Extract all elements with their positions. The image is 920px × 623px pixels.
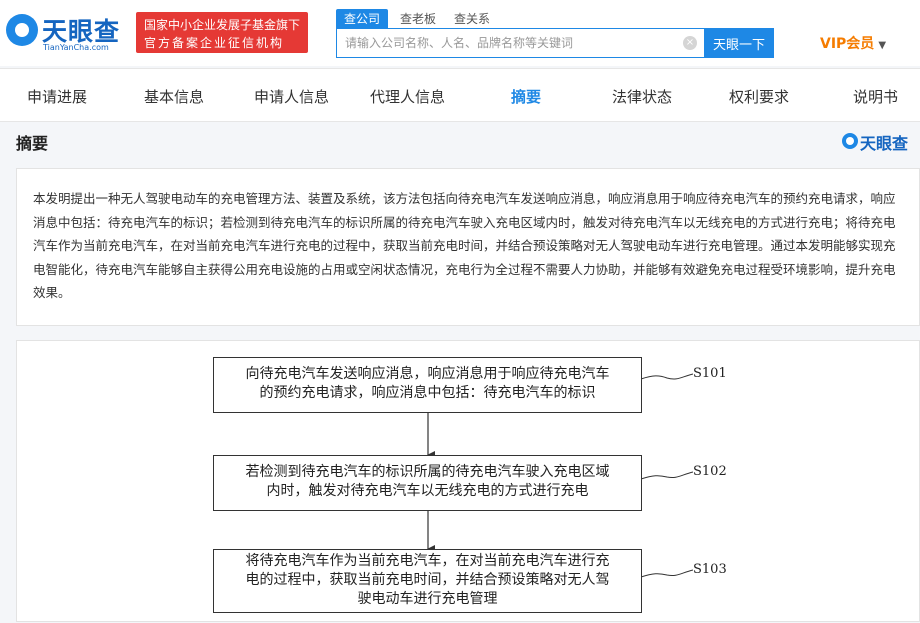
gov-badge-line1: 国家中小企业发展子基金旗下 <box>144 18 301 32</box>
tianyancha-logo[interactable]: 天眼查 TianYanCha.com <box>6 10 128 52</box>
flow-step-s103-line3: 驶电动车进行充电管理 <box>357 591 498 607</box>
search-tab-boss[interactable]: 查老板 <box>392 9 444 28</box>
flow-label-s102: S102 <box>693 464 727 479</box>
caret-down-icon: ▼ <box>878 40 887 51</box>
search-tab-relation[interactable]: 查关系 <box>446 9 498 28</box>
tab-claims[interactable]: 权利要求 <box>729 86 789 107</box>
search-button[interactable]: 天眼一下 <box>704 28 774 58</box>
section-title: 摘要 <box>16 134 49 153</box>
gov-badge-line2: 官方备案企业征信机构 <box>144 36 285 50</box>
logo-domain: TianYanCha.com <box>43 43 109 52</box>
flow-step-s101: 向待充电汽车发送响应消息，响应消息用于响应待充电汽车 的预约充电请求，响应消息中… <box>213 357 642 413</box>
abstract-figure: 向待充电汽车发送响应消息，响应消息用于响应待充电汽车 的预约充电请求，响应消息中… <box>16 340 920 622</box>
patent-nav-tabs: 申请进展 基本信息 申请人信息 代理人信息 摘要 法律状态 权利要求 说明书 <box>0 68 920 122</box>
clear-icon[interactable]: × <box>683 36 697 50</box>
search-input[interactable] <box>337 29 697 57</box>
tab-progress[interactable]: 申请进展 <box>27 86 87 107</box>
search-box: × <box>336 28 708 58</box>
vip-label: VIP会员 <box>820 36 875 52</box>
tab-applicant[interactable]: 申请人信息 <box>254 86 329 107</box>
eye-logo-icon <box>842 133 858 149</box>
flow-step-s101-line1: 向待充电汽车发送响应消息，响应消息用于响应待充电汽车 <box>245 366 610 382</box>
flow-step-s103: 将待充电汽车作为当前充电汽车，在对当前充电汽车进行充 电的过程中，获取当前充电时… <box>213 549 642 613</box>
tab-description[interactable]: 说明书 <box>853 86 898 107</box>
flow-label-s103: S103 <box>693 562 727 577</box>
leader-line-s102 <box>640 471 694 480</box>
flow-step-s102: 若检测到待充电汽车的标识所属的待充电汽车驶入充电区域 内时，触发对待充电汽车以无… <box>213 455 642 511</box>
tab-abstract[interactable]: 摘要 <box>511 86 541 107</box>
search-tab-company[interactable]: 查公司 <box>336 9 389 28</box>
flow-step-s103-line2: 电的过程中，获取当前充电时间，并结合预设策略对无人驾 <box>245 572 610 588</box>
flow-label-s101: S101 <box>693 366 727 381</box>
leader-line-s103 <box>640 569 694 578</box>
tab-agent[interactable]: 代理人信息 <box>370 86 445 107</box>
flow-step-s102-line1: 若检测到待充电汽车的标识所属的待充电汽车驶入充电区域 <box>245 464 610 480</box>
flow-step-s101-line2: 的预约充电请求，响应消息中包括：待充电汽车的标识 <box>259 385 596 401</box>
leader-line-s101 <box>640 373 694 380</box>
gov-badge: 国家中小企业发展子基金旗下 官方备案企业征信机构 <box>136 12 308 53</box>
tab-basic-info[interactable]: 基本信息 <box>144 86 204 107</box>
eye-logo-icon <box>6 14 38 46</box>
watermark-text: 天眼查 <box>860 134 909 153</box>
flow-step-s102-line2: 内时，触发对待充电汽车以无线充电的方式进行充电 <box>266 483 589 499</box>
site-header: 天眼查 TianYanCha.com 国家中小企业发展子基金旗下 官方备案企业征… <box>0 0 920 66</box>
tab-legal-status[interactable]: 法律状态 <box>612 86 672 107</box>
abstract-panel: 本发明提出一种无人驾驶电动车的充电管理方法、装置及系统，该方法包括向待充电汽车发… <box>16 168 920 326</box>
vip-menu[interactable]: VIP会员 ▼ <box>820 33 886 53</box>
abstract-text: 本发明提出一种无人驾驶电动车的充电管理方法、装置及系统，该方法包括向待充电汽车发… <box>33 191 896 300</box>
flow-step-s103-line1: 将待充电汽车作为当前充电汽车，在对当前充电汽车进行充 <box>245 553 610 569</box>
